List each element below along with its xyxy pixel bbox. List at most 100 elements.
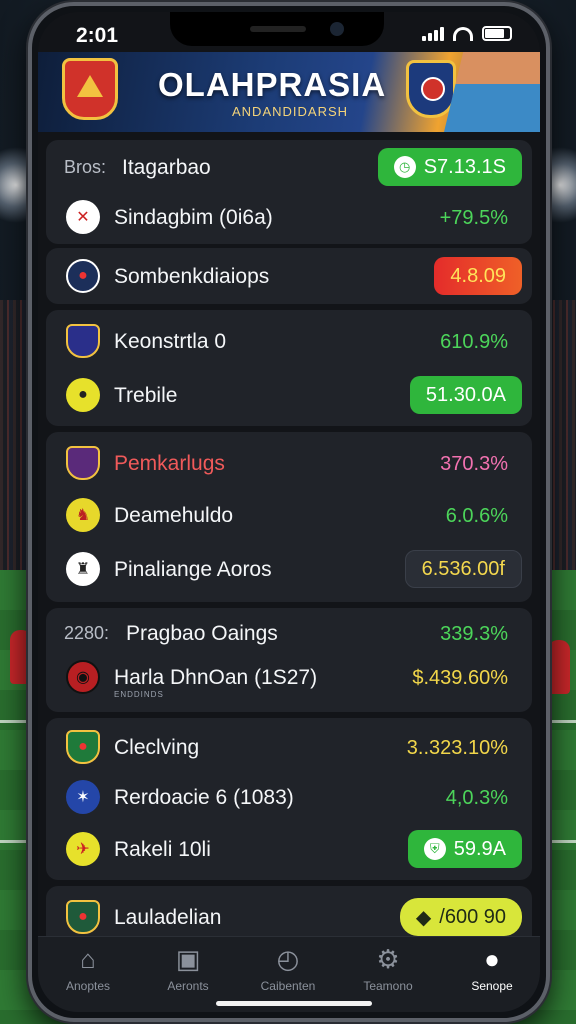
row-subtitle: ENDDINDS [114,690,164,699]
tab-caibenten[interactable]: ◴ Caibenten [238,943,338,1003]
profile-icon: ● [484,944,500,974]
row-label: Itagarbao [122,156,211,179]
signal-icon [422,27,444,41]
app-title: OLAHPRASIA [158,66,387,103]
list-item[interactable]: ♞ Deamehuldo 6.0.6% [46,490,532,540]
shield-icon: ⛨ [423,838,446,860]
status-time: 2:01 [76,24,119,47]
gear-icon: ⚙ [376,944,400,974]
list-item[interactable]: ● Trebile 51.30.0A [46,370,532,420]
club-crest-icon: ● [66,259,100,293]
list-group: Keonstrtla 0 610.9% ● Trebile 51.30.0A [46,310,532,426]
row-value: 610.9% [440,331,508,353]
list-item[interactable]: ◉ Harla DhnOan (1S27) ENDDINDS $.439.60% [46,652,532,702]
box-icon: ▣ [175,944,201,974]
list-group: Bros: Itagarbao ◷ S7.13.1S ✕ Sindagbim (… [46,140,532,244]
row-value: /600 90 [439,905,506,928]
row-value: 4.8.09 [450,264,506,287]
value-pill[interactable]: ⛨ 59.9A [407,830,522,868]
row-value: +79.5% [439,207,508,229]
row-label: Sombenkdiaiops [114,265,270,288]
clock-icon: ◴ [276,944,300,974]
value-pill[interactable]: ◆ /600 90 [399,898,522,936]
value-pill[interactable]: 4.8.09 [434,257,522,295]
row-prefix: Bros: [64,157,107,177]
list-item[interactable]: 2280: Pragbao Oaings 339.3% [46,608,532,658]
club-crest-icon: ● [66,730,100,764]
club-crest-icon: ● [66,900,100,934]
player-photo [444,52,540,132]
tab-label: Caibenten [260,979,316,993]
club-crest-icon: ● [66,378,100,412]
list-item[interactable]: ✈ Rakeli 10li ⛨ 59.9A [46,824,532,874]
tab-label: Aeronts [167,979,209,993]
club-crest-icon: ✈ [66,832,100,866]
row-label: Cleclving [114,736,200,759]
club-crest-icon: ✕ [66,200,100,234]
club-crest-icon: ◉ [66,660,100,694]
row-label: Rakeli 10li [114,838,211,861]
row-label: Harla DhnOan (1S27) [114,666,318,689]
list-group: ● Sombenkdiaiops 4.8.09 [46,248,532,304]
club-crest-icon: ♜ [66,552,100,586]
row-label: Pemkarlugs [114,452,225,475]
list-item[interactable]: Bros: Itagarbao ◷ S7.13.1S [46,142,532,192]
row-label: Rerdoacie 6 (1083) [114,786,294,809]
home-indicator[interactable] [216,1001,372,1006]
list-group: 2280: Pragbao Oaings 339.3% ◉ Harla DhnO… [46,608,532,712]
row-label: Pragbao Oaings [126,622,278,645]
list-item[interactable]: ✕ Sindagbim (0i6a) +79.5% [46,192,532,242]
row-label: Sindagbim (0i6a) [114,206,273,229]
stopwatch-icon: ◷ [393,156,416,178]
row-prefix: 2280: [64,623,110,643]
row-value: 4,0.3% [445,787,508,809]
tab-label: Teamono [363,979,413,993]
row-value: 339.3% [440,623,508,645]
value-pill[interactable]: 51.30.0A [409,376,522,414]
row-value: S7.13.1S [423,155,506,178]
value-pill[interactable]: ◷ S7.13.1S [377,148,522,186]
row-label: Keonstrtla 0 [114,330,227,353]
row-label: Pinaliange Aoros [114,558,272,581]
phone-frame: 2:01 OLAHPRASIA ANDANDIDARSH Bros: Itaga… [28,2,550,1022]
club-crest-icon [66,324,100,358]
club-crest-icon: ✶ [66,780,100,814]
tab-label: Senope [471,979,513,993]
phone-screen: 2:01 OLAHPRASIA ANDANDIDARSH Bros: Itaga… [38,12,540,1012]
club-crest-icon: ♞ [66,498,100,532]
list-item[interactable]: ♜ Pinaliange Aoros 6.536.00f [46,544,532,594]
list-item[interactable]: Keonstrtla 0 610.9% [46,316,532,366]
home-icon: ⌂ [80,944,96,974]
team-badge-icon [406,60,456,118]
notch [170,12,384,46]
list-item[interactable]: ● Cleclving 3..323.10% [46,722,532,772]
bottom-tab-bar: ⌂ Anoptes ▣ Aeronts ◴ Caibenten ⚙ Teamon… [38,936,540,1012]
list-item[interactable]: Pemkarlugs 370.3% [46,438,532,488]
league-crest-icon[interactable] [62,58,118,120]
standings-list: Bros: Itagarbao ◷ S7.13.1S ✕ Sindagbim (… [46,136,532,966]
row-value: 6.0.6% [445,505,508,527]
tab-senope[interactable]: ● Senope [442,943,540,1003]
tab-label: Anoptes [65,979,111,993]
list-item[interactable]: ✶ Rerdoacie 6 (1083) 4,0.3% [46,772,532,822]
list-group: Pemkarlugs 370.3% ♞ Deamehuldo 6.0.6% ♜ … [46,432,532,602]
row-value: 6.536.00f [421,557,505,580]
row-value: 3..323.10% [406,737,508,759]
row-value: 59.9A [453,837,506,860]
list-item[interactable]: ● Lauladelian ◆ /600 90 [46,892,532,942]
app-subtitle: ANDANDIDARSH [232,104,349,119]
header-banner: OLAHPRASIA ANDANDIDARSH [38,52,540,132]
tab-anoptes[interactable]: ⌂ Anoptes [38,943,138,1003]
list-item[interactable]: ● Sombenkdiaiops 4.8.09 [46,251,532,301]
tab-teamono[interactable]: ⚙ Teamono [338,943,438,1003]
tab-aeronts[interactable]: ▣ Aeronts [138,943,238,1003]
battery-icon [482,26,512,41]
value-pill[interactable]: 6.536.00f [404,550,522,588]
wifi-icon [453,27,473,41]
club-crest-icon [66,446,100,480]
row-value: 370.3% [440,453,508,475]
status-bar: 2:01 [38,12,540,56]
row-label: Deamehuldo [114,504,234,527]
row-label: Trebile [114,384,178,407]
row-value: $.439.60% [412,667,508,689]
